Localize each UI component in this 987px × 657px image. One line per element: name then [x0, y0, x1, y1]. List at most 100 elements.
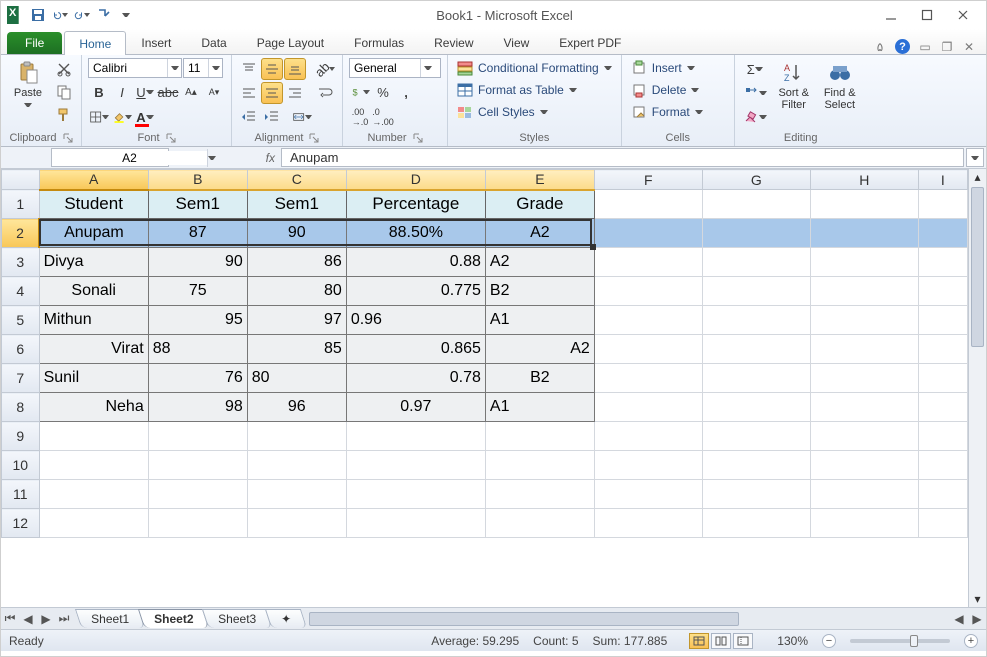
zoom-slider[interactable] — [850, 639, 950, 643]
cell[interactable]: A1 — [485, 393, 594, 422]
cell[interactable] — [594, 219, 702, 248]
conditional-formatting-button[interactable]: Conditional Formatting — [454, 58, 615, 78]
new-sheet-button[interactable]: ✦ — [265, 609, 307, 628]
cell[interactable] — [485, 422, 594, 451]
cell[interactable]: Percentage — [346, 190, 485, 219]
cell[interactable]: 0.865 — [346, 335, 485, 364]
zoom-in-button[interactable]: + — [964, 634, 978, 648]
column-header[interactable]: A — [39, 170, 148, 190]
cell[interactable]: Student — [39, 190, 148, 219]
column-header[interactable]: D — [346, 170, 485, 190]
cell[interactable] — [148, 422, 247, 451]
cell[interactable]: Sem1 — [247, 190, 346, 219]
minimize-ribbon-button[interactable]: ۵ — [873, 40, 887, 54]
row-header[interactable]: 12 — [2, 509, 40, 538]
cell[interactable] — [148, 509, 247, 538]
cell[interactable] — [810, 364, 918, 393]
cell[interactable] — [810, 335, 918, 364]
sort-filter-button[interactable]: AZ Sort & Filter — [773, 58, 815, 114]
underline-button[interactable]: U — [134, 81, 156, 103]
last-sheet-button[interactable]: ⏭ — [55, 610, 73, 628]
cell[interactable] — [702, 451, 810, 480]
column-header[interactable]: F — [594, 170, 702, 190]
undo-button[interactable] — [51, 6, 69, 24]
zoom-out-button[interactable]: − — [822, 634, 836, 648]
cell[interactable] — [702, 422, 810, 451]
maximize-button[interactable] — [910, 4, 944, 26]
cell[interactable]: A1 — [485, 306, 594, 335]
name-box[interactable] — [51, 148, 169, 167]
zoom-slider-thumb[interactable] — [910, 635, 918, 647]
cell[interactable] — [810, 422, 918, 451]
horizontal-scroll-thumb[interactable] — [309, 612, 739, 626]
tab-insert[interactable]: Insert — [126, 30, 186, 54]
cell[interactable] — [702, 480, 810, 509]
cell[interactable] — [39, 422, 148, 451]
cell[interactable] — [810, 190, 918, 219]
cell[interactable] — [594, 422, 702, 451]
comma-format-button[interactable]: , — [395, 81, 417, 103]
row-header[interactable]: 3 — [2, 248, 40, 277]
column-header[interactable]: I — [918, 170, 967, 190]
paste-button[interactable]: Paste — [7, 58, 49, 112]
cell[interactable]: 87 — [148, 219, 247, 248]
horizontal-scrollbar[interactable] — [309, 612, 946, 626]
first-sheet-button[interactable]: ⏮ — [1, 610, 19, 628]
cell[interactable] — [918, 451, 967, 480]
cell[interactable] — [346, 451, 485, 480]
cell[interactable] — [39, 509, 148, 538]
qat-item[interactable] — [95, 6, 113, 24]
cell[interactable] — [39, 451, 148, 480]
row-header[interactable]: 7 — [2, 364, 40, 393]
cell[interactable] — [594, 306, 702, 335]
increase-decimal-button[interactable]: .00→.0 — [349, 106, 371, 128]
fill-color-button[interactable] — [111, 106, 133, 128]
cell[interactable] — [918, 190, 967, 219]
normal-view-button[interactable] — [689, 633, 709, 649]
cell[interactable]: 88.50% — [346, 219, 485, 248]
format-as-table-button[interactable]: Format as Table — [454, 80, 615, 100]
align-left-button[interactable] — [238, 82, 260, 104]
formula-input[interactable]: Anupam — [281, 148, 964, 167]
sheet-tab[interactable]: Sheet3 — [202, 609, 272, 628]
page-layout-view-button[interactable] — [711, 633, 731, 649]
workbook-close-button[interactable]: ✕ — [962, 40, 976, 54]
cell[interactable] — [702, 219, 810, 248]
cell[interactable] — [247, 480, 346, 509]
cell[interactable] — [810, 277, 918, 306]
cell[interactable]: 88 — [148, 335, 247, 364]
cell[interactable] — [247, 509, 346, 538]
scroll-up-button[interactable]: ▴ — [969, 169, 986, 185]
cell[interactable] — [39, 480, 148, 509]
borders-button[interactable] — [88, 106, 110, 128]
tab-page-layout[interactable]: Page Layout — [242, 30, 339, 54]
font-color-button[interactable]: A — [134, 106, 156, 128]
cell[interactable] — [810, 480, 918, 509]
tab-data[interactable]: Data — [186, 30, 241, 54]
align-top-button[interactable] — [238, 58, 260, 80]
format-painter-button[interactable] — [53, 104, 75, 126]
accounting-format-button[interactable]: $ — [349, 81, 371, 103]
save-button[interactable] — [29, 6, 47, 24]
autosum-button[interactable]: Σ — [741, 58, 769, 80]
cell[interactable] — [810, 393, 918, 422]
cell[interactable] — [810, 248, 918, 277]
column-header[interactable]: B — [148, 170, 247, 190]
grow-font-button[interactable]: A▴ — [180, 81, 202, 103]
cell[interactable] — [346, 422, 485, 451]
shrink-font-button[interactable]: A▾ — [203, 81, 225, 103]
fx-icon[interactable]: fx — [225, 147, 281, 168]
tab-review[interactable]: Review — [419, 30, 488, 54]
scroll-down-button[interactable]: ▾ — [969, 591, 986, 607]
align-bottom-button[interactable] — [284, 58, 306, 80]
cell[interactable]: 95 — [148, 306, 247, 335]
cell[interactable]: 90 — [247, 219, 346, 248]
cell[interactable]: A2 — [485, 248, 594, 277]
row-header[interactable]: 10 — [2, 451, 40, 480]
row-header[interactable]: 4 — [2, 277, 40, 306]
cell[interactable] — [918, 480, 967, 509]
cell[interactable] — [702, 364, 810, 393]
cell[interactable]: 97 — [247, 306, 346, 335]
prev-sheet-button[interactable]: ◀ — [19, 610, 37, 628]
cell[interactable] — [594, 509, 702, 538]
